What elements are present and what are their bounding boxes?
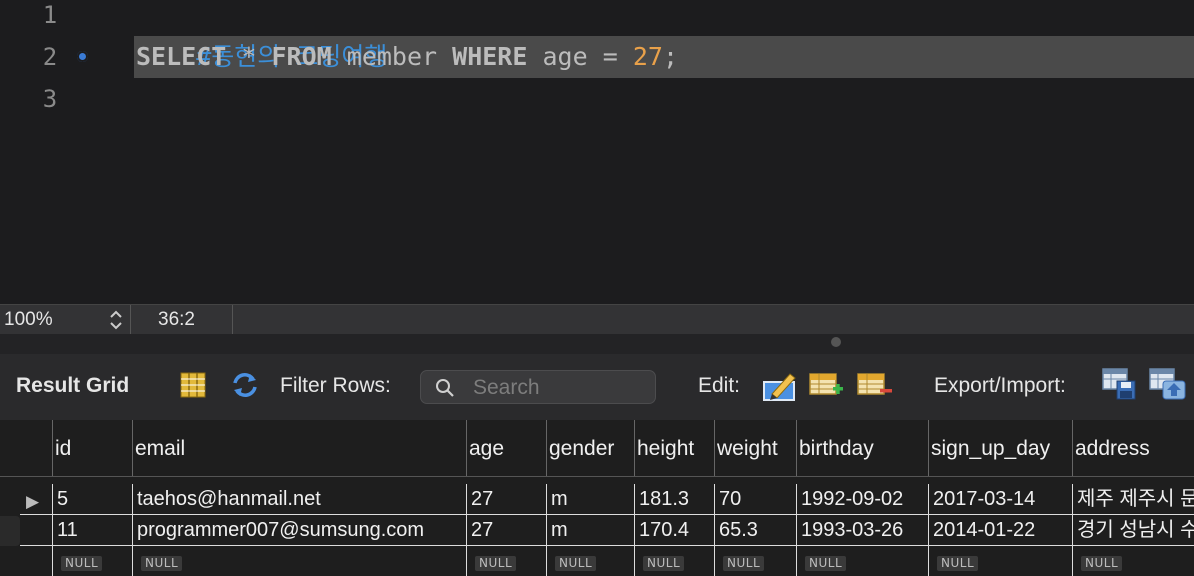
- status-divider: [130, 305, 131, 335]
- cell-null[interactable]: NULL: [132, 546, 466, 576]
- column-header-id[interactable]: id: [52, 420, 132, 476]
- zoom-stepper-icon[interactable]: [106, 307, 126, 333]
- null-badge: NULL: [475, 556, 517, 571]
- cell-address[interactable]: 경기 성남시 수: [1072, 515, 1194, 545]
- delete-row-icon[interactable]: [856, 370, 894, 400]
- null-badge: NULL: [141, 556, 183, 571]
- cell-null[interactable]: NULL: [466, 546, 546, 576]
- table-row[interactable]: 5 taehos@hanmail.net 27 m 181.3 70 1992-…: [0, 484, 1194, 514]
- cell-gender[interactable]: m: [546, 515, 634, 545]
- cell-null[interactable]: NULL: [1072, 546, 1194, 576]
- column-header-birthday[interactable]: birthday: [796, 420, 928, 476]
- cell-null[interactable]: NULL: [796, 546, 928, 576]
- cell-address[interactable]: 제주 제주시 문: [1072, 484, 1194, 514]
- cell-null[interactable]: NULL: [928, 546, 1072, 576]
- zoom-level: 100%: [4, 309, 53, 330]
- sql-operator: =: [602, 42, 618, 71]
- splitter-handle-icon[interactable]: [831, 337, 841, 347]
- editor-status-bar: 100% 36:2: [0, 304, 1194, 335]
- column-header-sign_up_day[interactable]: sign_up_day: [928, 420, 1072, 476]
- sql-star: *: [241, 42, 257, 71]
- sql-table-name: member: [346, 42, 438, 71]
- sql-column-name: age: [542, 42, 588, 71]
- cell-age[interactable]: 27: [466, 484, 546, 514]
- null-badge: NULL: [643, 556, 685, 571]
- cell-gender[interactable]: m: [546, 484, 634, 514]
- cell-null[interactable]: NULL: [714, 546, 796, 576]
- sql-semicolon: ;: [662, 42, 678, 71]
- line-number: 2: [42, 43, 58, 71]
- sql-keyword: FROM: [271, 42, 332, 71]
- column-header-height[interactable]: height: [634, 420, 714, 476]
- sql-keyword: SELECT: [136, 42, 227, 71]
- cell-email[interactable]: programmer007@sumsung.com: [132, 515, 466, 545]
- null-badge: NULL: [555, 556, 597, 571]
- cell-height[interactable]: 170.4: [634, 515, 714, 545]
- null-badge: NULL: [61, 556, 103, 571]
- code-line-1[interactable]: #동현의 코딩여행: [136, 0, 387, 71]
- cell-weight[interactable]: 70: [714, 484, 796, 514]
- null-badge: NULL: [937, 556, 979, 571]
- column-header-gender[interactable]: gender: [546, 420, 634, 476]
- table-row[interactable]: 11 programmer007@sumsung.com 27 m 170.4 …: [0, 515, 1194, 545]
- search-icon: [436, 379, 454, 397]
- column-header-address[interactable]: address: [1072, 420, 1194, 476]
- filter-rows-label: Filter Rows:: [280, 374, 391, 397]
- status-divider: [232, 305, 233, 335]
- result-grid[interactable]: id email age gender height weight birthd…: [0, 420, 1194, 576]
- cursor-position: 36:2: [158, 309, 195, 330]
- cell-sign_up_day[interactable]: 2014-01-22: [928, 515, 1072, 545]
- cell-sign_up_day[interactable]: 2017-03-14: [928, 484, 1072, 514]
- column-header-age[interactable]: age: [466, 420, 546, 476]
- grid-header-row: id email age gender height weight birthd…: [0, 420, 1194, 477]
- edit-label: Edit:: [698, 374, 741, 397]
- export-import-label: Export/Import:: [934, 374, 1066, 397]
- null-badge: NULL: [1081, 556, 1123, 571]
- add-row-icon[interactable]: [808, 370, 846, 400]
- filter-search-box[interactable]: [420, 370, 656, 404]
- cell-email[interactable]: taehos@hanmail.net: [132, 484, 466, 514]
- export-icon[interactable]: [1101, 367, 1139, 401]
- column-header-weight[interactable]: weight: [714, 420, 796, 476]
- result-grid-label: Result Grid: [16, 374, 130, 397]
- null-badge: NULL: [805, 556, 847, 571]
- null-badge: NULL: [723, 556, 765, 571]
- sql-editor[interactable]: 1 2 3 #동현의 코딩여행 SELECT * FROM member WHE…: [0, 0, 1194, 304]
- cell-height[interactable]: 181.3: [634, 484, 714, 514]
- cell-birthday[interactable]: 1992-09-02: [796, 484, 928, 514]
- sql-keyword: WHERE: [452, 42, 528, 71]
- line-number: 1: [42, 1, 58, 29]
- result-toolbar: Result Grid Filter Rows: Edit:: [0, 354, 1194, 421]
- cell-weight[interactable]: 65.3: [714, 515, 796, 545]
- refresh-icon[interactable]: [230, 370, 260, 400]
- panel-splitter[interactable]: [0, 334, 1194, 354]
- cell-null[interactable]: NULL: [546, 546, 634, 576]
- cell-null[interactable]: NULL: [52, 546, 132, 576]
- edit-cell-icon[interactable]: [762, 370, 798, 402]
- sql-number: 27: [632, 42, 663, 71]
- cell-age[interactable]: 27: [466, 515, 546, 545]
- code-line-2[interactable]: SELECT * FROM member WHERE age = 27;: [136, 36, 678, 78]
- new-row-placeholder[interactable]: NULL NULL NULL NULL NULL NULL NULL NULL …: [0, 546, 1194, 576]
- line-number: 3: [42, 85, 58, 113]
- cell-id[interactable]: 11: [52, 515, 132, 545]
- column-header-email[interactable]: email: [132, 420, 466, 476]
- cell-null[interactable]: NULL: [634, 546, 714, 576]
- statement-marker-icon[interactable]: [77, 51, 88, 62]
- cell-id[interactable]: 5: [52, 484, 132, 514]
- import-icon[interactable]: [1148, 367, 1188, 401]
- cell-birthday[interactable]: 1993-03-26: [796, 515, 928, 545]
- grid-layout-icon[interactable]: [178, 370, 208, 400]
- search-input[interactable]: [471, 374, 653, 402]
